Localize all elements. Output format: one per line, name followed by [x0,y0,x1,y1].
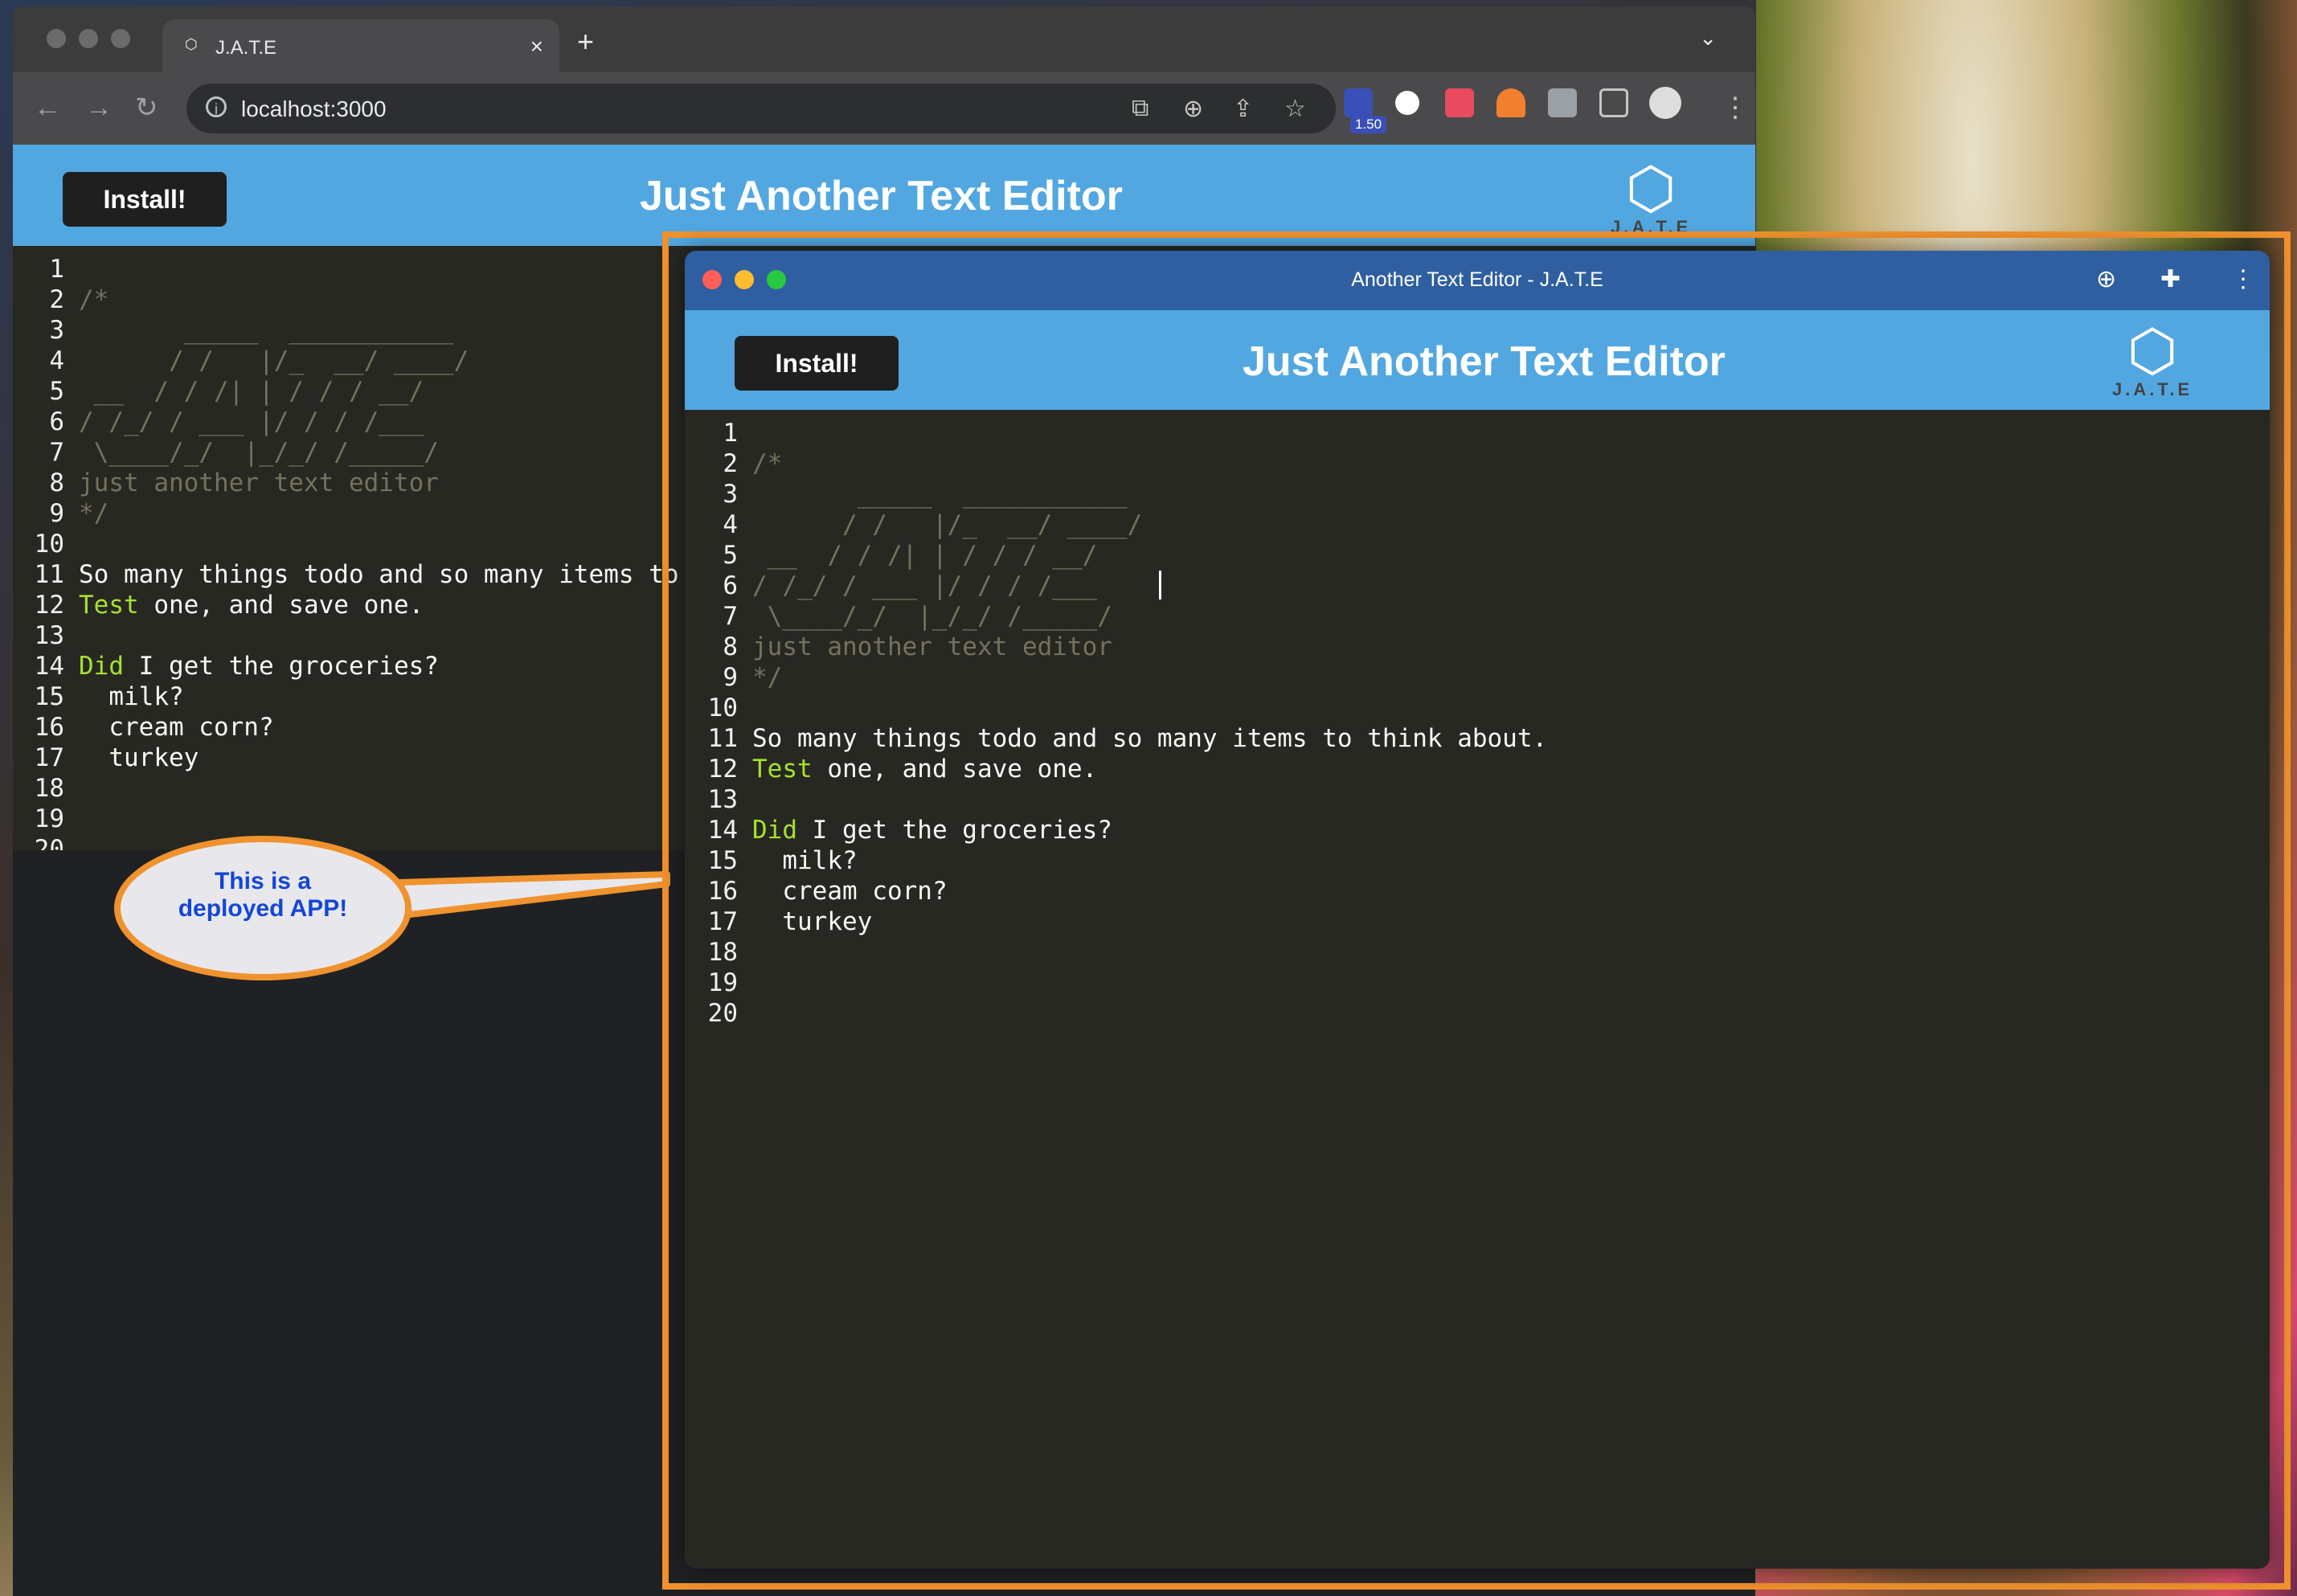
editor-line[interactable]: 4 / / |/_ __/ ____/ [685,509,2270,540]
line-number: 14 [707,816,738,845]
line-number: 6 [723,571,738,600]
pwa-install-button[interactable]: Install! [735,336,899,391]
editor-line[interactable]: 7 \____/_/ |_/_/ /_____/ [685,601,2270,632]
zoom-icon[interactable]: ⊕ [2096,265,2116,293]
callout-line-1: This is a [214,868,312,894]
line-number: 11 [707,724,738,753]
editor-line[interactable]: 1 [685,418,2270,448]
line-text: */ [752,663,783,692]
editor-line[interactable]: 2 /* [685,448,2270,479]
callout-bubble: This is a deployed APP! [114,836,411,980]
editor-line[interactable]: 6 / /_/ / ___ |/ / / /___ [685,571,2270,601]
line-text: milk? [752,846,858,875]
editor-line[interactable]: 10 [685,693,2270,723]
line-text: So many things todo and so many items to… [752,724,1548,753]
line-number: 12 [707,755,738,784]
editor-line[interactable]: 15 milk? [685,845,2270,876]
pwa-window: Another Text Editor - J.A.T.E ⊕ ✚ ⋮ Inst… [685,251,2270,1569]
jate-logo-icon: ⬡ [2127,319,2178,383]
editor-line[interactable]: 11 So many things todo and so many items … [685,723,2270,754]
editor-line[interactable]: 17 turkey [685,906,2270,937]
pwa-titlebar: Another Text Editor - J.A.T.E ⊕ ✚ ⋮ [685,251,2270,310]
editor-line[interactable]: 20 [685,998,2270,1029]
editor-line[interactable]: 16 cream corn? [685,876,2270,906]
line-number: 20 [707,999,738,1028]
line-text: / / |/_ __/ ____/ [752,510,1143,539]
editor-line[interactable]: 13 [685,784,2270,815]
line-number: 15 [707,846,738,875]
line-text: Test [752,755,813,784]
callout-line-2: deployed APP! [178,895,348,922]
editor-line[interactable]: 8 just another text editor [685,632,2270,662]
editor-line[interactable]: 14 Did I get the groceries? [685,815,2270,845]
line-number: 9 [723,663,738,692]
line-number: 7 [723,602,738,631]
pwa-app-title: Just Another Text Editor [1243,338,1726,385]
line-text: /* [752,449,783,478]
line-number: 10 [707,694,738,722]
line-number: 19 [707,968,738,997]
pwa-code-editor[interactable]: 1 2/* 3 _____ ___________ 4 / / |/_ __/ ___… [685,410,2270,1569]
line-number: 2 [723,449,738,478]
line-text: _____ ___________ [752,480,1128,509]
line-text: \____/_/ |_/_/ /_____/ [752,602,1112,631]
editor-line[interactable]: 5 __ / / /| | / / / __/ [685,540,2270,571]
pwa-jate-logo: ⬡ J.A.T.E [2112,318,2193,400]
line-number: 16 [707,877,738,906]
line-number: 8 [723,632,738,661]
line-text: __ / / /| | / / / __/ [752,541,1098,570]
pwa-window-title: Another Text Editor - J.A.T.E [1351,268,1603,291]
pwa-app-header: Install! Just Another Text Editor ⬡ J.A.… [685,310,2270,410]
line-number: 18 [707,938,738,967]
line-text: Did [752,816,797,845]
line-number: 4 [723,510,738,539]
editor-line[interactable]: 12 Test one, and save one. [685,754,2270,784]
text-cursor [1159,571,1161,600]
line-text: one, and save one. [812,755,1098,784]
editor-line[interactable]: 9 */ [685,662,2270,693]
more-icon[interactable]: ⋮ [2231,265,2255,293]
line-text: just another text editor [752,632,1112,661]
editor-line[interactable]: 3 _____ ___________ [685,479,2270,509]
line-text: / /_/ / ___ |/ / / /___ [752,571,1098,600]
logo-caption: J.A.T.E [2112,379,2193,399]
line-number: 17 [707,907,738,936]
line-number: 5 [723,541,738,570]
line-text: cream corn? [752,877,948,906]
line-number: 3 [723,480,738,509]
editor-line[interactable]: 18 [685,937,2270,968]
line-text: turkey [752,907,873,936]
line-number: 13 [707,785,738,814]
puzzle-icon[interactable]: ✚ [2160,265,2180,293]
editor-line[interactable]: 19 [685,968,2270,998]
line-text: I get the groceries? [797,816,1112,845]
line-number: 1 [723,419,738,448]
